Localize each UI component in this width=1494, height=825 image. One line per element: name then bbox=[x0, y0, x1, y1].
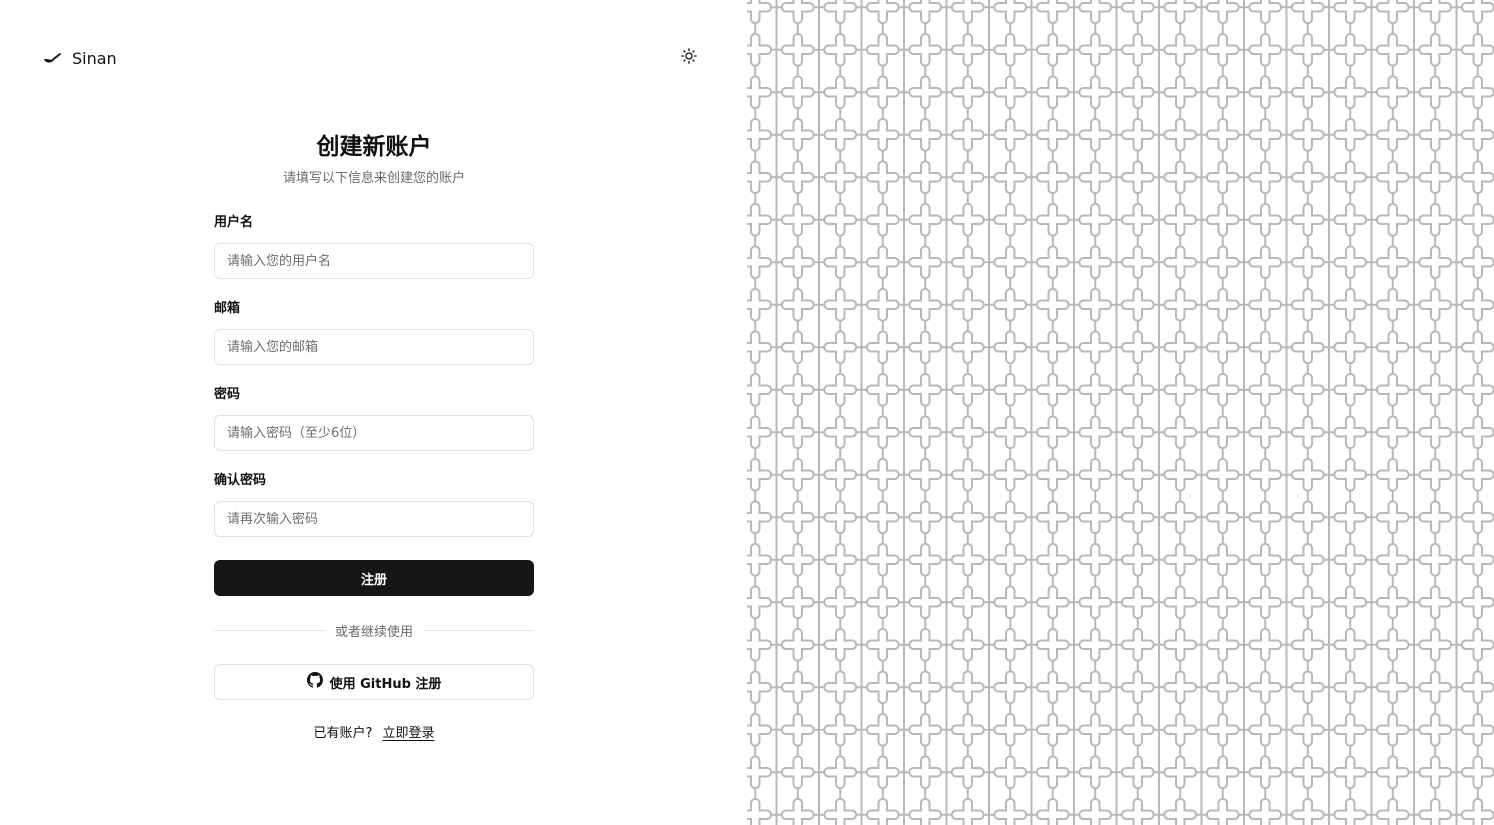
quatrefoil-pattern bbox=[747, 0, 1494, 825]
email-field-group: 邮箱 bbox=[214, 300, 534, 365]
register-button[interactable]: 注册 bbox=[214, 560, 534, 596]
signup-panel: Sinan 创建新账户 请填写以下信息来创建您的账户 用户名 邮箱 bbox=[0, 0, 747, 825]
username-label: 用户名 bbox=[214, 215, 254, 230]
sun-icon bbox=[681, 48, 697, 68]
password-input[interactable] bbox=[214, 415, 534, 451]
github-register-label: 使用 GitHub 注册 bbox=[329, 676, 442, 692]
divider-line-right bbox=[423, 629, 535, 631]
theme-toggle-button[interactable] bbox=[677, 46, 701, 70]
page-subtitle: 请填写以下信息来创建您的账户 bbox=[282, 171, 465, 186]
email-label: 邮箱 bbox=[214, 301, 241, 316]
signup-form: 创建新账户 请填写以下信息来创建您的账户 用户名 邮箱 密码 确认密码 注册 或… bbox=[214, 130, 535, 741]
brand-name: Sinan bbox=[72, 48, 117, 68]
password-field-group: 密码 bbox=[214, 386, 534, 451]
confirm-password-label: 确认密码 bbox=[214, 473, 267, 488]
confirm-password-input[interactable] bbox=[214, 501, 534, 537]
page-title: 创建新账户 bbox=[316, 134, 432, 160]
login-prompt: 已有账户? bbox=[313, 726, 373, 741]
login-prompt-row: 已有账户? 立即登录 bbox=[214, 724, 534, 744]
spoon-icon bbox=[42, 48, 62, 68]
divider: 或者继续使用 bbox=[214, 620, 535, 640]
github-register-button[interactable]: 使用 GitHub 注册 bbox=[214, 664, 534, 700]
username-input[interactable] bbox=[214, 243, 534, 279]
username-field-group: 用户名 bbox=[214, 214, 534, 279]
brand[interactable]: Sinan bbox=[42, 46, 117, 70]
password-label: 密码 bbox=[214, 387, 241, 402]
confirm-password-field-group: 确认密码 bbox=[214, 472, 534, 537]
login-link[interactable]: 立即登录 bbox=[383, 726, 435, 741]
decorative-pattern-panel bbox=[747, 0, 1494, 825]
email-input[interactable] bbox=[214, 329, 534, 365]
divider-text: 或者继续使用 bbox=[335, 624, 414, 640]
github-icon bbox=[306, 672, 323, 692]
divider-line-left bbox=[214, 629, 325, 631]
